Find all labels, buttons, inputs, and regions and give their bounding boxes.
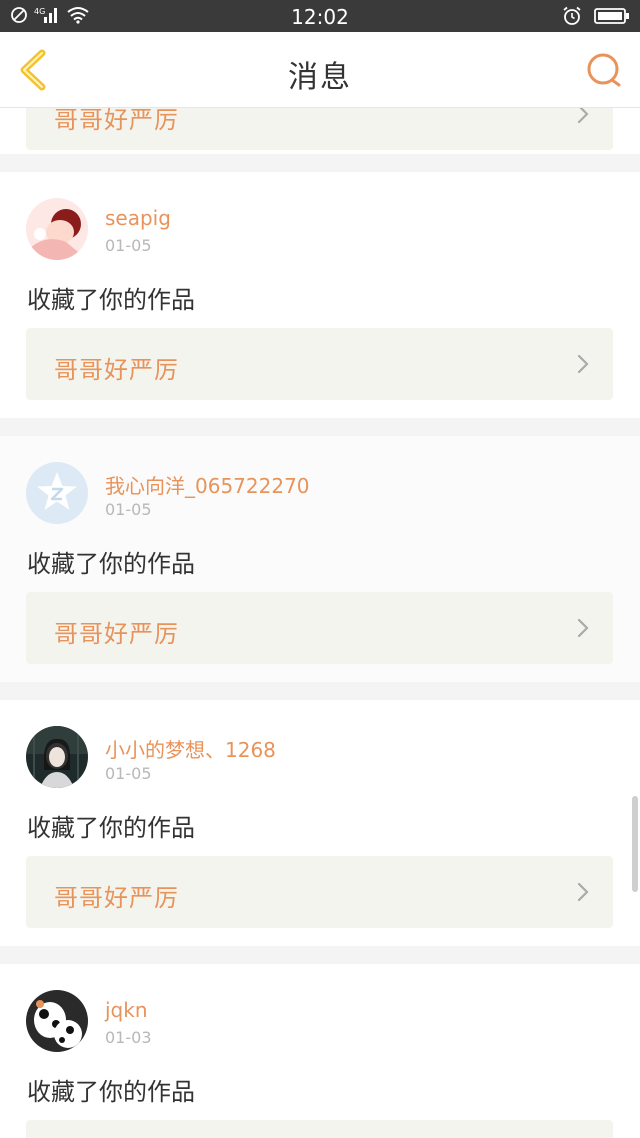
message-list[interactable]: 哥哥好严厉 seapig 01-05 收藏了你的作品 哥哥好严厉 我心向洋_06… (0, 108, 640, 1138)
username[interactable]: jqkn (105, 998, 148, 1022)
work-title: 哥哥好严厉 (54, 620, 179, 648)
qq-default-avatar (26, 462, 88, 524)
avatar[interactable] (26, 990, 88, 1052)
chevron-right-icon (577, 108, 589, 124)
battery-icon (594, 8, 629, 24)
message-card: jqkn 01-03 收藏了你的作品 (0, 964, 640, 1138)
message-card: 小小的梦想、1268 01-05 收藏了你的作品 哥哥好严厉 (0, 700, 640, 946)
work-link[interactable] (26, 1120, 613, 1138)
chevron-right-icon (577, 882, 589, 902)
timestamp: 01-03 (105, 1028, 152, 1047)
message-card: seapig 01-05 收藏了你的作品 哥哥好严厉 (0, 172, 640, 418)
action-text: 收藏了你的作品 (27, 550, 195, 578)
page-title: 消息 (288, 60, 352, 95)
cartoon-cow-avatar (26, 990, 88, 1052)
search-button[interactable] (584, 50, 624, 90)
alarm-icon (563, 6, 581, 25)
action-text: 收藏了你的作品 (27, 1078, 195, 1106)
work-link[interactable]: 哥哥好严厉 (26, 856, 613, 928)
timestamp: 01-05 (105, 764, 152, 783)
work-title: 哥哥好严厉 (54, 108, 179, 134)
avatar[interactable] (26, 726, 88, 788)
work-link[interactable]: 哥哥好严厉 (26, 592, 613, 664)
illustrated-girl-avatar (26, 198, 88, 260)
action-text: 收藏了你的作品 (27, 286, 195, 314)
scrollbar[interactable] (632, 796, 638, 892)
search-icon (587, 53, 621, 87)
timestamp: 01-05 (105, 500, 152, 519)
chevron-right-icon (577, 354, 589, 374)
nav-bar: 消息 (0, 32, 640, 108)
avatar[interactable] (26, 462, 88, 524)
avatar[interactable] (26, 198, 88, 260)
status-time: 12:02 (291, 5, 349, 29)
work-title: 哥哥好严厉 (54, 356, 179, 384)
action-text: 收藏了你的作品 (27, 814, 195, 842)
photo-avatar (26, 726, 88, 788)
username[interactable]: 小小的梦想、1268 (105, 734, 276, 763)
chevron-right-icon (577, 618, 589, 638)
message-card: 我心向洋_065722270 01-05 收藏了你的作品 哥哥好严厉 (0, 436, 640, 682)
status-bar: 4G 12:02 (0, 0, 640, 32)
status-right-icons (562, 6, 630, 26)
work-link[interactable]: 哥哥好严厉 (26, 328, 613, 400)
username[interactable]: 我心向洋_065722270 (105, 470, 310, 499)
message-card: 哥哥好严厉 (0, 108, 640, 154)
username[interactable]: seapig (105, 206, 171, 230)
work-title: 哥哥好严厉 (54, 884, 179, 912)
work-link[interactable]: 哥哥好严厉 (26, 108, 613, 150)
timestamp: 01-05 (105, 236, 152, 255)
